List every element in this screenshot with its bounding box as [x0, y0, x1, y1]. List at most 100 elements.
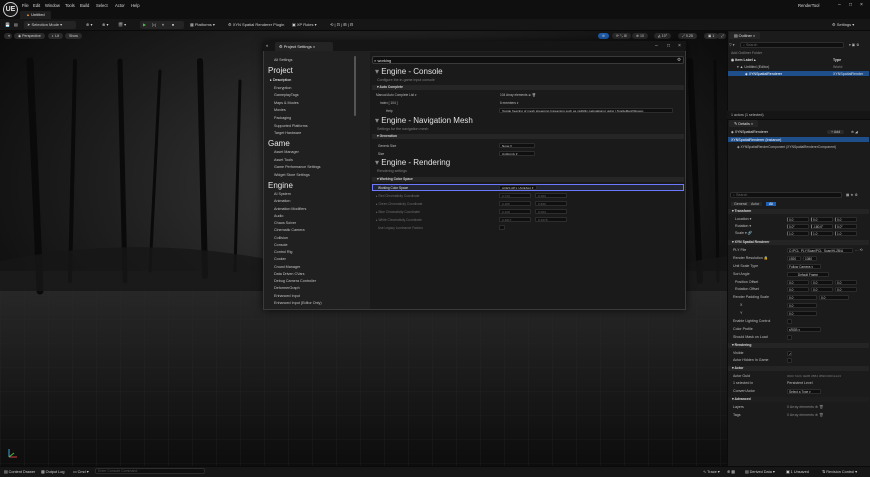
- mask-on-load-checkbox[interactable]: [787, 335, 792, 340]
- menu-build[interactable]: Build: [80, 3, 89, 8]
- prop-value-size[interactable]: Uniformly ▾: [499, 151, 535, 156]
- nav-engine-item-15[interactable]: Enhanced Input (Editor Only): [274, 301, 322, 305]
- details-view-icons[interactable]: ▦ ★ ⚙: [846, 193, 858, 197]
- unsaved-button[interactable]: ▣ 1 Unsaved: [786, 469, 809, 474]
- position-offset-label[interactable]: Position Offset: [735, 280, 758, 284]
- outliner-add-folder[interactable]: Add Outliner Folder: [731, 51, 762, 55]
- nav-engine-item-11[interactable]: Data Driven CVars: [274, 272, 304, 276]
- nav-all-settings[interactable]: All Settings: [274, 58, 292, 62]
- add-icon[interactable]: ⊕: [528, 93, 531, 97]
- position-offset-y[interactable]: 0.0: [811, 280, 833, 285]
- outliner-options-icons[interactable]: ▾ ▣ ⚙: [849, 43, 859, 47]
- position-offset-x[interactable]: 0.0: [787, 280, 809, 285]
- stop-icon[interactable]: ⏹: [172, 22, 174, 27]
- derived-data-button[interactable]: ▤ Derived Data ▾: [745, 469, 775, 474]
- prop-value-working-color-space[interactable]: ACES AP1 / ACEScg ▾: [499, 185, 537, 190]
- nav-project-item-2[interactable]: GameplayTags: [274, 93, 299, 97]
- nav-project-item-6[interactable]: Supported Platforms: [274, 124, 308, 128]
- status-icons[interactable]: ⊕ ▦: [727, 469, 735, 474]
- trash-icon[interactable]: 🗑: [819, 413, 824, 417]
- section-title-rendering[interactable]: ▾ Engine - Rendering: [375, 158, 450, 167]
- prop-value-legacy-luminance-checkbox[interactable]: [499, 225, 505, 230]
- prop-value-blue-y[interactable]: 0.044: [535, 209, 567, 214]
- details-category-advanced[interactable]: ▾ Advanced: [728, 397, 869, 402]
- nav-engine-item-1[interactable]: Animation: [274, 199, 290, 203]
- prop-value-blue-x[interactable]: 0.128: [499, 209, 531, 214]
- menu-select[interactable]: Select: [96, 3, 108, 8]
- transform-icons[interactable]: ⟳ ⤡ ⊞: [612, 33, 631, 39]
- outliner-row-world[interactable]: ▾ ▲ Untitled (Editor): [737, 65, 769, 69]
- location-label[interactable]: Location ▾: [735, 217, 751, 221]
- prop-value-green-x[interactable]: 0.165: [499, 201, 531, 206]
- lit-button[interactable]: ◐ Lit: [48, 33, 63, 39]
- filter-tab-general[interactable]: General: [731, 202, 750, 206]
- render-padding-y[interactable]: 0.0: [819, 295, 849, 300]
- document-tab[interactable]: ▲ Untitled: [20, 11, 51, 19]
- trash-icon[interactable]: 🗑: [532, 93, 536, 97]
- padding-x-input[interactable]: 0.0: [787, 303, 817, 308]
- convert-actor-select[interactable]: Select a Type ▾: [787, 389, 821, 394]
- outliner-col-label[interactable]: ◉ Item Label ▴: [731, 58, 756, 62]
- close-tab-icon[interactable]: ×: [313, 44, 315, 49]
- nav-project-item-1[interactable]: Encryption: [274, 86, 291, 90]
- details-tab[interactable]: ✎ Details ×: [729, 120, 759, 127]
- nav-engine-item-0[interactable]: AI System: [274, 192, 291, 196]
- details-category-transform[interactable]: ▾ Transform: [728, 209, 869, 214]
- unreal-logo-icon[interactable]: UE: [3, 2, 18, 17]
- render-padding-label[interactable]: Render Padding Scale: [733, 295, 769, 299]
- nav-engine-item-3[interactable]: Audio: [274, 214, 283, 218]
- prop-label-blue[interactable]: ▸ Blue Chromaticity Coordinate: [376, 210, 420, 214]
- section-title-console[interactable]: ▾ Engine - Console: [375, 67, 443, 76]
- category-working-color-space[interactable]: ▾ Working Color Space: [372, 177, 684, 182]
- scale-snap-icon[interactable]: ⤢ 0.25: [678, 33, 697, 39]
- nav-engine-item-6[interactable]: Collision: [274, 236, 288, 240]
- pause-icon[interactable]: ⏸: [162, 22, 164, 27]
- nav-project-item-0[interactable]: ▸ Description: [270, 78, 291, 82]
- rotation-offset-x[interactable]: 0.0: [787, 287, 809, 292]
- nav-engine-item-4[interactable]: Chaos Solver: [274, 221, 296, 225]
- blueprint-icon[interactable]: ⊕ ◢: [851, 130, 858, 134]
- maximize-viewport-icon[interactable]: ⤢: [717, 33, 726, 39]
- prop-value-red-x[interactable]: 0.713: [499, 193, 531, 198]
- show-button[interactable]: Show: [65, 33, 82, 39]
- scale-label[interactable]: Scale ▾ 🔗: [735, 231, 752, 235]
- save-icon[interactable]: 💾: [5, 22, 10, 27]
- rotation-offset-label[interactable]: Rotation Offset: [735, 287, 759, 291]
- scale-y[interactable]: 1.0: [811, 231, 833, 236]
- nav-engine-item-2[interactable]: Animation Modifiers: [274, 207, 306, 211]
- toolbar-extra-icons[interactable]: ⟲ | ⊡ | ⊞ | ⊟: [330, 22, 353, 27]
- add-component-button[interactable]: + Add: [827, 130, 845, 134]
- menu-help[interactable]: Help: [131, 3, 140, 8]
- nav-game-item-2[interactable]: Game Performance Settings: [274, 165, 321, 169]
- maximize-button[interactable]: □: [849, 2, 852, 8]
- outliner-col-type[interactable]: Type: [833, 58, 841, 62]
- menu-tools[interactable]: Tools: [65, 3, 75, 8]
- nav-game-item-3[interactable]: Widget Store Settings: [274, 173, 310, 177]
- filter-tab-all[interactable]: All: [766, 202, 776, 206]
- visible-checkbox[interactable]: ✓: [787, 351, 792, 356]
- settings-search-input[interactable]: [372, 56, 684, 64]
- outliner-tab[interactable]: ▤ Outliner ×: [729, 32, 761, 39]
- hidden-in-game-checkbox[interactable]: [787, 358, 792, 363]
- rotation-offset-y[interactable]: 0.0: [811, 287, 833, 292]
- nav-project-item-5[interactable]: Packaging: [274, 116, 291, 120]
- prop-label-manual-list[interactable]: Manual Auto Complete List ▾: [376, 93, 417, 97]
- prop-label-red[interactable]: ▸ Red Chromaticity Coordinate: [376, 194, 419, 198]
- step-icon[interactable]: ▷|: [152, 22, 156, 27]
- browse-icon[interactable]: … ⟲: [855, 248, 863, 252]
- render-resolution-y[interactable]: 1080: [803, 256, 817, 261]
- outliner-filter-icon[interactable]: ▽ ▾: [729, 43, 735, 47]
- details-category-xyn[interactable]: ▾ XYN Spatial Renderer: [728, 240, 869, 245]
- nav-section-game[interactable]: Game: [268, 139, 290, 148]
- revision-control-button[interactable]: ⇅ Revision Control ▾: [822, 469, 857, 474]
- perspective-button[interactable]: ◉ Perspective: [14, 33, 45, 39]
- lock-icon[interactable]: 🔗: [748, 231, 752, 235]
- nav-engine-item-5[interactable]: Cinematic Camera: [274, 228, 305, 232]
- prop-value-help[interactable]: Toggle freezing of mesh streaming (strea…: [499, 108, 673, 113]
- sort-angle-button[interactable]: Default Frame: [787, 272, 829, 277]
- section-title-navmesh[interactable]: ▾ Engine - Navigation Mesh: [375, 116, 473, 125]
- prop-label-white[interactable]: ▸ White Chromaticity Coordinate: [376, 218, 422, 222]
- add-icon[interactable]: ⊕: [815, 405, 818, 409]
- details-category-actor[interactable]: ▾ Actor: [728, 366, 869, 371]
- content-drawer-button[interactable]: ▤ Content Drawer: [4, 469, 35, 474]
